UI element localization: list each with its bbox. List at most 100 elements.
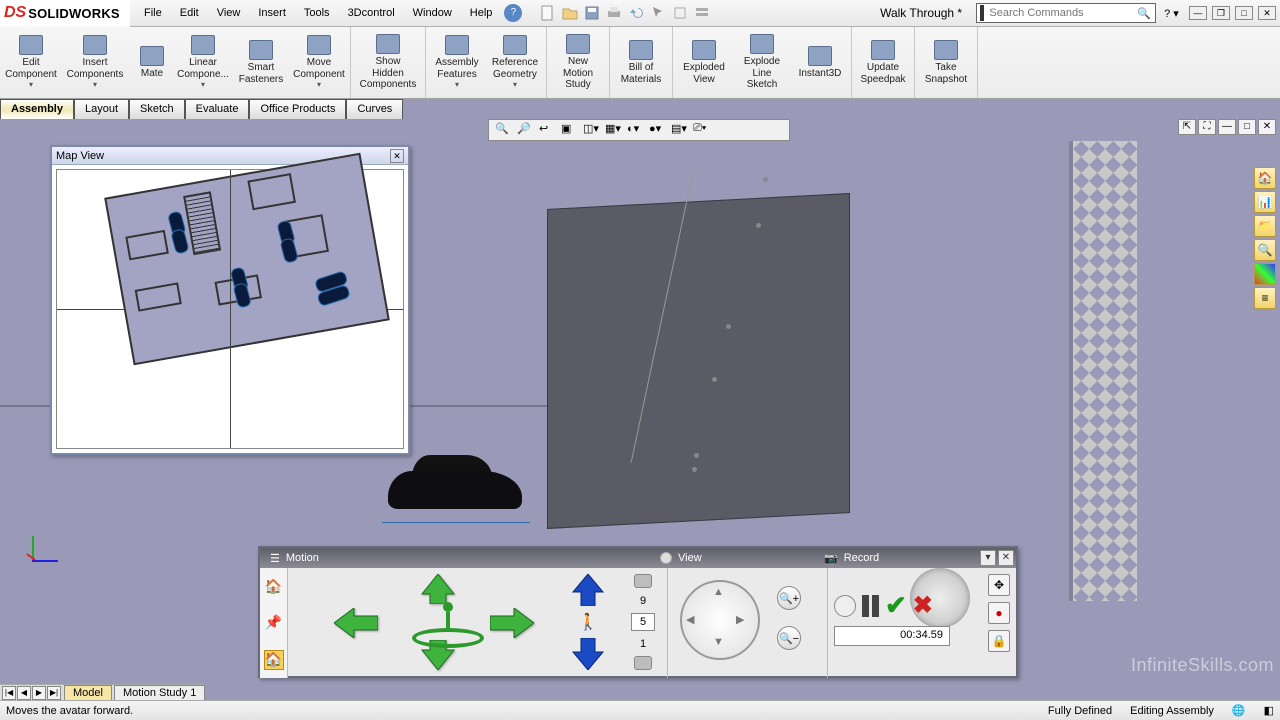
attach-icon[interactable]: 📌 bbox=[264, 613, 284, 633]
rebuild-icon[interactable] bbox=[672, 5, 688, 21]
move-down-button[interactable] bbox=[571, 638, 605, 670]
tab-layout[interactable]: Layout bbox=[74, 99, 129, 119]
turn-left-button[interactable] bbox=[334, 608, 378, 638]
record-start-button[interactable] bbox=[834, 595, 856, 617]
target-icon[interactable]: ✥ bbox=[988, 574, 1010, 596]
lower-tab-motion-study[interactable]: Motion Study 1 bbox=[114, 685, 205, 700]
rib-show-hidden[interactable]: ShowHiddenComponents bbox=[353, 28, 423, 98]
custom-props-tab-icon[interactable]: ≡ bbox=[1254, 287, 1276, 309]
viewport-link-icon[interactable]: ⇱ bbox=[1178, 119, 1196, 135]
look-up-button[interactable]: ▲ bbox=[713, 586, 731, 604]
menu-insert[interactable]: Insert bbox=[250, 3, 294, 23]
rib-insert-components[interactable]: InsertComponents bbox=[60, 28, 130, 98]
tab-sketch[interactable]: Sketch bbox=[129, 99, 185, 119]
menu-edit[interactable]: Edit bbox=[172, 3, 207, 23]
look-down-button[interactable]: ▼ bbox=[713, 636, 731, 654]
record-dot-icon[interactable]: ● bbox=[988, 602, 1010, 624]
viewport-full-icon[interactable]: ⛶ bbox=[1198, 119, 1216, 135]
rib-assembly-features[interactable]: AssemblyFeatures bbox=[428, 28, 486, 98]
menu-3dcontrol[interactable]: 3Dcontrol bbox=[340, 3, 403, 23]
status-custom-icon[interactable]: ◧ bbox=[1264, 704, 1274, 717]
help-dropdown-icon[interactable]: ? ▾ bbox=[1160, 7, 1183, 20]
display-style-icon[interactable]: ▦▾ bbox=[605, 122, 621, 138]
map-view-canvas[interactable] bbox=[56, 169, 404, 449]
menu-tools[interactable]: Tools bbox=[296, 3, 338, 23]
zoom-area-icon[interactable]: 🔎 bbox=[517, 122, 533, 138]
walkthrough-header[interactable]: ☰ Motion View 📷 Record ▾ ✕ bbox=[260, 548, 1016, 568]
rib-bom[interactable]: Bill ofMaterials bbox=[612, 28, 670, 98]
design-library-tab-icon[interactable]: 📊 bbox=[1254, 191, 1276, 213]
save-icon[interactable] bbox=[584, 5, 600, 21]
maximize-button[interactable]: □ bbox=[1235, 6, 1253, 20]
tab-assembly[interactable]: Assembly bbox=[0, 99, 74, 119]
menu-view[interactable]: View bbox=[209, 3, 249, 23]
rib-mate[interactable]: Mate bbox=[130, 28, 174, 98]
view-settings-icon[interactable]: ⎚▾ bbox=[693, 122, 709, 138]
tab-last-icon[interactable]: ▶| bbox=[47, 686, 61, 700]
rib-exploded-view[interactable]: ExplodedView bbox=[675, 28, 733, 98]
home-icon[interactable]: 🏠 bbox=[264, 576, 284, 596]
print-icon[interactable] bbox=[606, 5, 622, 21]
lower-tab-model[interactable]: Model bbox=[64, 685, 112, 700]
rib-instant3d[interactable]: Instant3D bbox=[791, 28, 849, 98]
hide-show-icon[interactable]: ◐▾ bbox=[627, 122, 643, 138]
accept-button[interactable]: ✔ bbox=[885, 590, 907, 621]
minimize-button[interactable]: — bbox=[1189, 6, 1207, 20]
tab-prev-icon[interactable]: ◀ bbox=[17, 686, 31, 700]
menu-window[interactable]: Window bbox=[405, 3, 460, 23]
rib-new-motion-study[interactable]: NewMotionStudy bbox=[549, 28, 607, 98]
zoom-out-button[interactable]: 🔍− bbox=[777, 626, 801, 650]
zoom-in-button[interactable]: 🔍+ bbox=[777, 586, 801, 610]
tab-next-icon[interactable]: ▶ bbox=[32, 686, 46, 700]
command-search[interactable]: 🔍 bbox=[976, 3, 1156, 23]
graphics-viewport[interactable]: 🔍 🔎 ↩ ▣ ◫▾ ▦▾ ◐▾ ●▾ ▤▾ ⎚▾ ⇱ ⛶ — □ ✕ 🏠 📊 … bbox=[0, 119, 1280, 700]
zoom-fit-icon[interactable]: 🔍 bbox=[495, 122, 511, 138]
home-highlight-icon[interactable]: 🏠 bbox=[264, 650, 284, 670]
status-unit-icon[interactable]: 🌐 bbox=[1232, 704, 1246, 717]
menu-help[interactable]: Help bbox=[462, 3, 501, 23]
apply-scene-icon[interactable]: ▤▾ bbox=[671, 122, 687, 138]
map-view-close-icon[interactable]: ✕ bbox=[390, 149, 404, 163]
options-icon[interactable] bbox=[694, 5, 710, 21]
move-up-button[interactable] bbox=[571, 574, 605, 606]
lock-icon[interactable]: 🔒 bbox=[988, 630, 1010, 652]
rib-update-speedpak[interactable]: UpdateSpeedpak bbox=[854, 28, 912, 98]
rib-move-component[interactable]: MoveComponent bbox=[290, 28, 348, 98]
turn-right-button[interactable] bbox=[490, 608, 534, 638]
rib-smart-fasteners[interactable]: SmartFasteners bbox=[232, 28, 290, 98]
rib-linear-pattern[interactable]: LinearCompone... bbox=[174, 28, 232, 98]
prev-view-icon[interactable]: ↩ bbox=[539, 122, 555, 138]
rib-explode-line-sketch[interactable]: ExplodeLineSketch bbox=[733, 28, 791, 98]
section-view-icon[interactable]: ▣ bbox=[561, 122, 577, 138]
tab-curves[interactable]: Curves bbox=[346, 99, 403, 119]
look-dpad[interactable]: ▲ ▼ ◀ ▶ bbox=[680, 580, 760, 660]
tab-evaluate[interactable]: Evaluate bbox=[185, 99, 250, 119]
undo-icon[interactable] bbox=[628, 5, 644, 21]
open-icon[interactable] bbox=[562, 5, 578, 21]
view-orientation-icon[interactable]: ◫▾ bbox=[583, 122, 599, 138]
close-button[interactable]: ✕ bbox=[1258, 6, 1276, 20]
panel-min-icon[interactable]: ▾ bbox=[980, 550, 996, 566]
move-forward-button[interactable] bbox=[420, 574, 456, 604]
walkthrough-control-panel[interactable]: ☰ Motion View 📷 Record ▾ ✕ 🏠 📌 🏠 bbox=[258, 546, 1018, 678]
view-palette-tab-icon[interactable]: 🔍 bbox=[1254, 239, 1276, 261]
panel-close-icon[interactable]: ✕ bbox=[998, 550, 1014, 566]
viewport-min-icon[interactable]: — bbox=[1218, 119, 1236, 135]
cancel-button[interactable]: ✖ bbox=[913, 591, 933, 620]
look-right-button[interactable]: ▶ bbox=[736, 613, 754, 631]
new-icon[interactable] bbox=[540, 5, 556, 21]
file-explorer-tab-icon[interactable]: 📁 bbox=[1254, 215, 1276, 237]
menu-file[interactable]: File bbox=[136, 3, 170, 23]
appearances-tab-icon[interactable] bbox=[1254, 263, 1276, 285]
viewport-max-icon[interactable]: □ bbox=[1238, 119, 1256, 135]
rib-edit-component[interactable]: EditComponent bbox=[2, 28, 60, 98]
edit-appearance-icon[interactable]: ●▾ bbox=[649, 122, 665, 138]
resources-tab-icon[interactable]: 🏠 bbox=[1254, 167, 1276, 189]
rib-reference-geometry[interactable]: ReferenceGeometry bbox=[486, 28, 544, 98]
restore-button[interactable]: ❐ bbox=[1212, 6, 1230, 20]
help-icon[interactable]: ? bbox=[504, 4, 522, 22]
select-icon[interactable] bbox=[650, 5, 666, 21]
tab-first-icon[interactable]: |◀ bbox=[2, 686, 16, 700]
search-magnify-icon[interactable]: 🔍 bbox=[1133, 7, 1155, 20]
tab-office-products[interactable]: Office Products bbox=[249, 99, 346, 119]
